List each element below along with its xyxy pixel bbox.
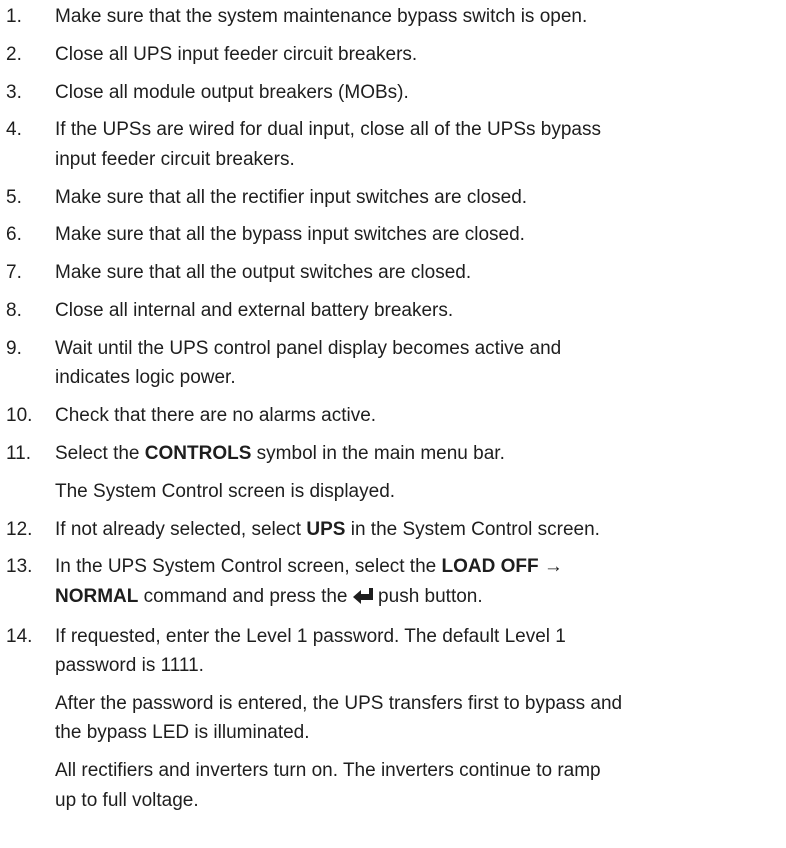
step-text-pre: If not already selected, select	[55, 518, 307, 540]
step-text-pre: Select the	[55, 442, 145, 464]
list-item: 12. If not already selected, select UPS …	[6, 515, 786, 545]
list-item: 2. Close all UPS input feeder circuit br…	[6, 40, 786, 70]
step-text-post: in the System Control screen.	[345, 518, 600, 540]
step-number: 1.	[6, 6, 22, 27]
list-item: 6. Make sure that all the bypass input s…	[6, 220, 786, 250]
step-text-line: Wait until the UPS control panel display…	[55, 337, 562, 359]
list-item: 7. Make sure that all the output switche…	[6, 258, 786, 288]
controls-keyword: CONTROLS	[144, 442, 252, 464]
list-item: 5. Make sure that all the rectifier inpu…	[6, 183, 786, 213]
step-number: 3.	[6, 81, 22, 103]
step-result-note: The System Control screen is displayed.	[55, 480, 396, 502]
list-item: 10. Check that there are no alarms activ…	[6, 401, 786, 431]
step-number: 13.	[6, 556, 33, 578]
list-item: 13. In the UPS System Control screen, se…	[6, 552, 786, 613]
step-text: Check that there are no alarms active.	[55, 405, 377, 427]
step-text-post: symbol in the main menu bar.	[251, 442, 505, 464]
step-result-note: All rectifiers and inverters turn on. Th…	[6, 756, 786, 815]
step-number: 5.	[6, 186, 22, 208]
step-number: 11.	[6, 442, 32, 464]
step-text-mid: command and press the	[138, 585, 353, 607]
step-text-line: indicates logic power.	[55, 367, 236, 389]
step-text-pre: In the UPS System Control screen, select…	[55, 556, 442, 578]
list-item: 4. If the UPSs are wired for dual input,…	[6, 115, 786, 174]
step-text: Close all UPS input feeder circuit break…	[55, 43, 418, 65]
step-text: Close all internal and external battery …	[55, 300, 454, 322]
list-item: 8. Close all internal and external batte…	[6, 296, 786, 326]
list-item: 14. If requested, enter the Level 1 pass…	[6, 622, 786, 681]
normal-keyword: NORMAL	[55, 585, 139, 607]
load-off-keyword: LOAD OFF →	[441, 556, 563, 578]
step-text: Close all module output breakers (MOBs).	[55, 81, 409, 103]
note-line: up to full voltage.	[55, 789, 199, 811]
step-text: Make sure that the system maintenance by…	[55, 6, 588, 27]
list-item: 3. Close all module output breakers (MOB…	[6, 78, 786, 108]
step-text: Make sure that all the bypass input swit…	[55, 224, 525, 246]
list-item: 1. Make sure that the system maintenance…	[6, 2, 786, 32]
note-line: All rectifiers and inverters turn on. Th…	[55, 760, 601, 782]
step-number: 10.	[6, 405, 33, 427]
step-text: Make sure that all the output switches a…	[55, 262, 472, 284]
step-text-line: input feeder circuit breakers.	[55, 148, 295, 170]
ups-keyword: UPS	[306, 518, 346, 540]
enter-arrow-icon	[352, 584, 373, 614]
step-number: 12.	[6, 518, 33, 540]
step-number: 9.	[6, 337, 22, 359]
step-number: 8.	[6, 300, 22, 322]
step-number: 4.	[6, 119, 22, 141]
step-result-note: After the password is entered, the UPS t…	[6, 689, 786, 748]
procedure-list: 1. Make sure that the system maintenance…	[0, 0, 786, 815]
step-text-line: If the UPSs are wired for dual input, cl…	[55, 119, 601, 141]
note-line: After the password is entered, the UPS t…	[55, 692, 623, 714]
list-item: 9. Wait until the UPS control panel disp…	[6, 334, 786, 393]
list-item: 11. Select the CONTROLS symbol in the ma…	[6, 439, 786, 469]
step-text: Make sure that all the rectifier input s…	[55, 186, 528, 208]
step-number: 7.	[6, 262, 22, 284]
step-number: 6.	[6, 224, 22, 246]
step-text-line: password is 1111.	[55, 655, 204, 677]
note-line: the bypass LED is illuminated.	[55, 722, 310, 744]
step-text-line: If requested, enter the Level 1 password…	[55, 625, 566, 647]
step-number: 14.	[6, 625, 33, 647]
step-number: 2.	[6, 43, 22, 65]
step-text-post: push button.	[372, 585, 483, 607]
